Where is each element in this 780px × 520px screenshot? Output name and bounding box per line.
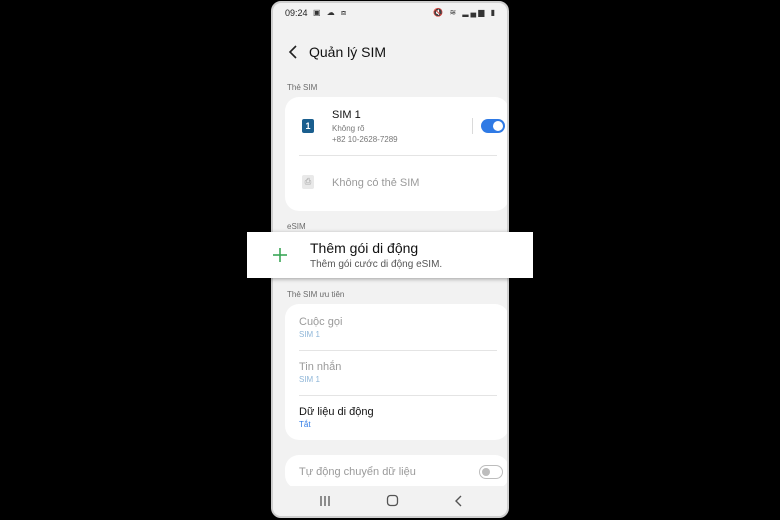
esim-section-label: eSIM	[287, 222, 306, 231]
mobile-data-value: Tắt	[299, 420, 311, 429]
sim1-toggle[interactable]	[481, 119, 505, 133]
sim1-icon: 1	[302, 119, 314, 133]
recent-apps-icon[interactable]	[319, 495, 331, 507]
toggle-knob	[482, 467, 490, 476]
nav-back-icon[interactable]	[453, 494, 465, 508]
toggle-knob	[493, 121, 503, 131]
calls-value: SIM 1	[299, 330, 320, 339]
sim-cards-section-label: Thẻ SIM	[287, 83, 318, 92]
sim1-carrier: Không rõ	[332, 124, 365, 133]
page-title: Quản lý SIM	[309, 44, 387, 60]
system-status-icons: 🔇 ≋ ▂▄▆ ▮	[433, 8, 497, 17]
app-header: Quản lý SIM	[273, 39, 507, 67]
home-icon[interactable]	[386, 494, 399, 507]
navigation-bar	[273, 486, 507, 516]
messages-title: Tin nhắn	[299, 361, 342, 373]
no-sim-label: Không có thẻ SIM	[332, 177, 420, 189]
plus-icon	[273, 248, 287, 262]
messages-value: SIM 1	[299, 375, 320, 384]
sim1-name: SIM 1	[332, 109, 361, 121]
sim-card-icon: ⎙	[302, 175, 314, 189]
add-plan-subtitle: Thêm gói cước di động eSIM.	[310, 259, 443, 270]
back-button[interactable]	[285, 41, 305, 63]
notification-icons: ▣ ☁ ⧈	[313, 8, 349, 17]
divider-vertical	[472, 118, 473, 134]
auto-switch-card: Tự động chuyển dữ liệu	[285, 455, 507, 489]
calls-row: Cuộc gọi SIM 1	[285, 304, 507, 350]
sim1-row[interactable]: 1 SIM 1 Không rõ +82 10-2628-7289	[285, 97, 507, 155]
sim-cards-card: 1 SIM 1 Không rõ +82 10-2628-7289 ⎙ Khôn…	[285, 97, 507, 211]
auto-switch-toggle	[479, 465, 503, 479]
sim1-number: +82 10-2628-7289	[332, 135, 398, 144]
back-arrow-icon	[288, 45, 297, 59]
empty-sim-row: ⎙ Không có thẻ SIM	[285, 156, 507, 211]
auto-switch-label: Tự động chuyển dữ liệu	[299, 466, 416, 478]
status-bar: 09:24 ▣ ☁ ⧈ 🔇 ≋ ▂▄▆ ▮	[273, 3, 507, 25]
preferred-section-label: Thẻ SIM ưu tiên	[287, 290, 345, 299]
preferred-sim-card: Cuộc gọi SIM 1 Tin nhắn SIM 1 Dữ liệu di…	[285, 304, 507, 440]
messages-row: Tin nhắn SIM 1	[285, 351, 507, 395]
add-mobile-plan-button[interactable]: Thêm gói di động Thêm gói cước di động e…	[247, 232, 533, 278]
calls-title: Cuộc gọi	[299, 316, 343, 328]
mobile-data-row[interactable]: Dữ liệu di động Tắt	[285, 396, 507, 440]
add-plan-title: Thêm gói di động	[310, 240, 419, 256]
status-time: 09:24	[285, 8, 308, 18]
mobile-data-title: Dữ liệu di động	[299, 406, 374, 418]
